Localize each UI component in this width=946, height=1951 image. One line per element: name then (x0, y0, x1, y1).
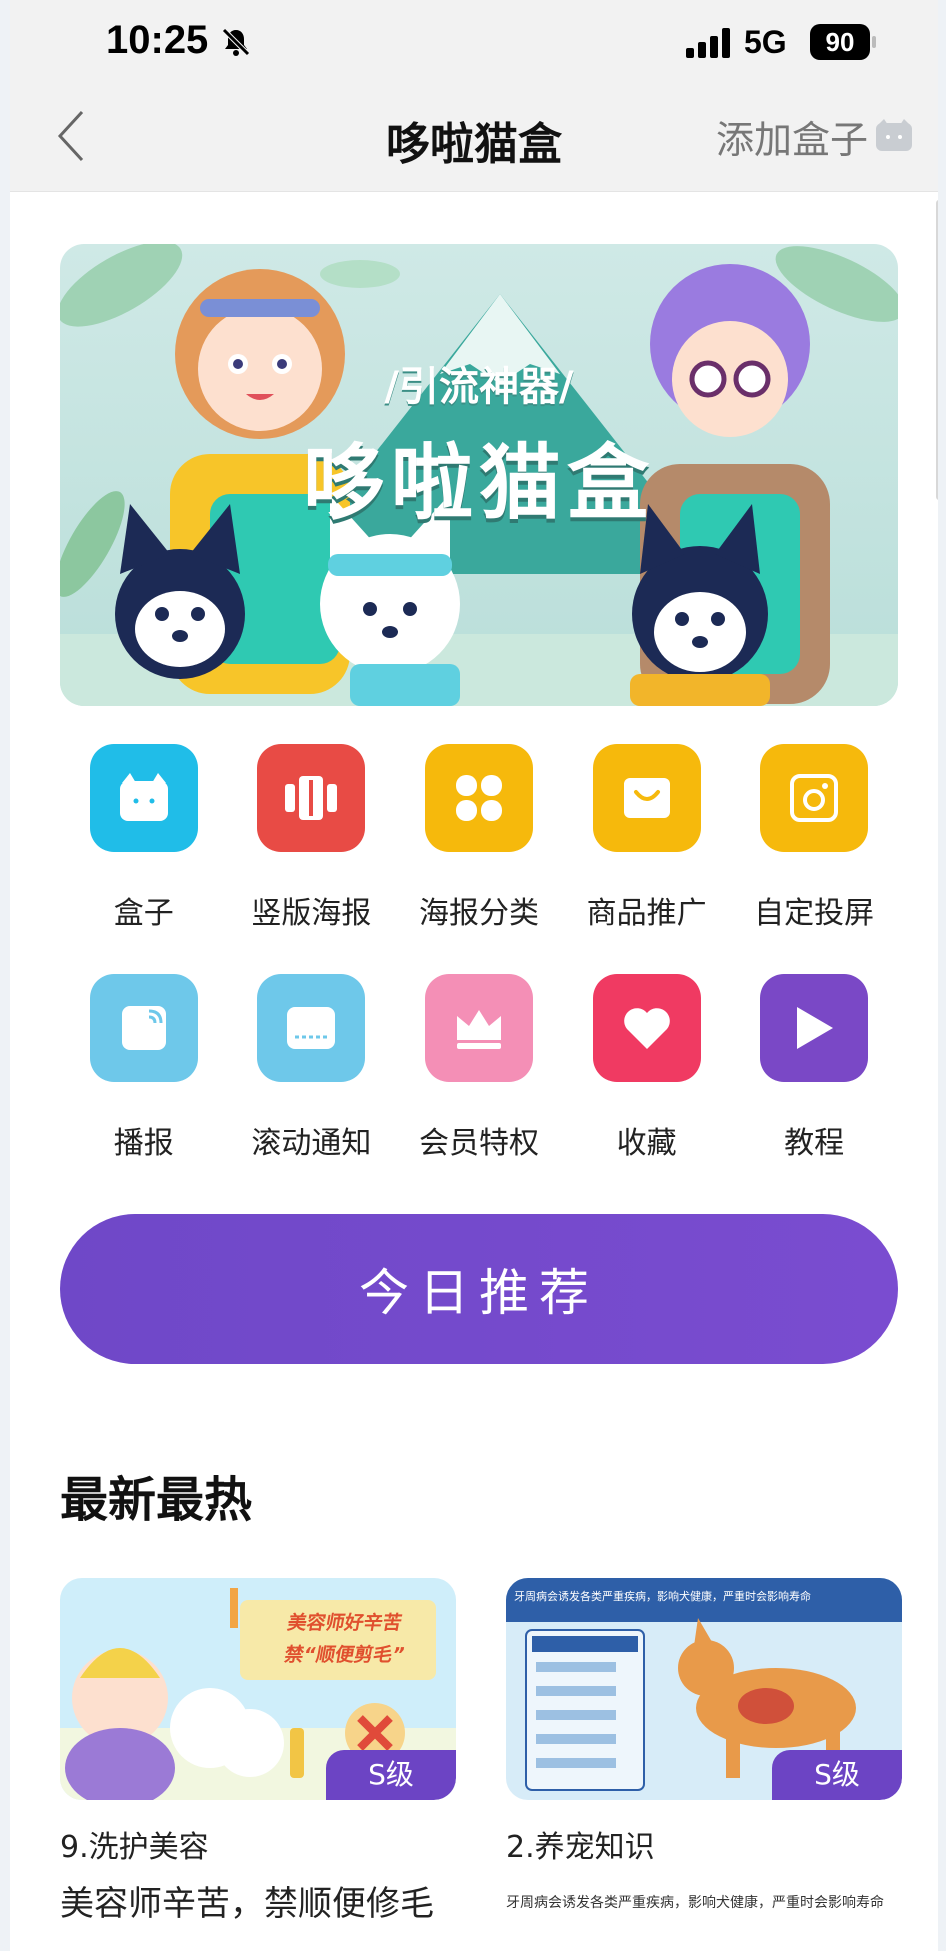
grid-label: 教程 (784, 1126, 845, 1161)
battery-level: 90 (810, 24, 870, 60)
grid-item-broadcast[interactable]: 播报 (60, 974, 228, 1204)
grade-badge: S级 (772, 1750, 902, 1800)
poster-category-icon (424, 744, 533, 852)
banner-title: 哆啦猫盒 (302, 436, 655, 531)
card-category: 9.洗护美容 (60, 1830, 209, 1865)
status-time: 10:25 (106, 18, 209, 62)
grid-label: 播报 (113, 1126, 174, 1161)
banner-slogan: /引流神器/ (384, 364, 574, 410)
poster-caption: 美容师好辛苦 (285, 1612, 404, 1634)
grid-item-screen-cast[interactable]: 自定投屏 (730, 744, 898, 974)
poster-card[interactable]: 牙周病会诱发各类严重疾病，影响犬健康，严重时会影响寿命 S级 2.养宠知识 牙周… (506, 1578, 902, 1912)
navigation-bar: 哆啦猫盒 添加盒子 (10, 80, 938, 192)
app-screen: 10:25 5G 90 哆啦猫盒 添加盒子 /引流神器/ 哆啦猫盒 盒子 竖版海… (10, 0, 938, 1951)
status-bar: 10:25 5G 90 (10, 0, 938, 80)
poster-card[interactable]: 美容师好辛苦 禁“顺便剪毛” S级 9.洗护美容 美容师辛苦，禁顺便修毛 (60, 1578, 456, 1925)
grid-label: 滚动通知 (251, 1126, 372, 1161)
grid-item-vertical-poster[interactable]: 竖版海报 (228, 744, 396, 974)
add-box-label: 添加盒子 (716, 117, 869, 162)
card-description: 美容师辛苦，禁顺便修毛 (60, 1884, 434, 1924)
scroll-notice-icon (257, 974, 366, 1082)
product-promo-icon (592, 744, 701, 852)
vertical-poster-icon (257, 744, 366, 852)
grid-label: 商品推广 (586, 896, 707, 931)
grid-item-box[interactable]: 盒子 (60, 744, 228, 974)
card-category: 2.养宠知识 (506, 1830, 655, 1865)
recommend-label: 今日推荐 (359, 1264, 599, 1322)
grid-item-scroll-notice[interactable]: 滚动通知 (228, 974, 396, 1204)
network-label: 5G (744, 24, 787, 60)
grid-item-favorites[interactable]: 收藏 (563, 974, 731, 1204)
grid-item-vip-privilege[interactable]: 会员特权 (395, 974, 563, 1204)
scrollbar[interactable] (936, 200, 938, 500)
box-icon (89, 744, 198, 852)
card-description: 牙周病会诱发各类严重疾病，影响犬健康，严重时会影响寿命 (506, 1895, 884, 1911)
grid-label: 会员特权 (418, 1126, 539, 1161)
section-title: 最新最热 (60, 1472, 253, 1528)
poster-caption-2: 禁“顺便剪毛” (282, 1644, 407, 1666)
grid-item-poster-category[interactable]: 海报分类 (395, 744, 563, 974)
heart-icon (592, 974, 701, 1082)
feature-row-2: 播报 滚动通知 会员特权 收藏 教程 (60, 974, 898, 1204)
grid-label: 海报分类 (418, 896, 539, 931)
battery-tip (872, 36, 876, 48)
grid-label: 竖版海报 (251, 896, 372, 931)
broadcast-icon (89, 974, 198, 1082)
poster-thumbnail: 美容师好辛苦 禁“顺便剪毛” S级 (60, 1578, 456, 1800)
grid-item-tutorial[interactable]: 教程 (730, 974, 898, 1204)
crown-icon (424, 974, 533, 1082)
add-box-button[interactable]: 添加盒子 (716, 110, 914, 162)
play-icon (760, 974, 869, 1082)
poster-thumbnail: 牙周病会诱发各类严重疾病，影响犬健康，严重时会影响寿命 S级 (506, 1578, 902, 1800)
grid-label: 收藏 (616, 1126, 677, 1161)
grade-badge: S级 (326, 1750, 456, 1800)
poster-caption: 牙周病会诱发各类严重疾病，影响犬健康，严重时会影响寿命 (514, 1590, 811, 1603)
bell-muted-icon (222, 28, 250, 56)
today-recommend-button[interactable]: 今日推荐 (60, 1214, 898, 1364)
promo-banner[interactable]: /引流神器/ 哆啦猫盒 (60, 244, 898, 706)
grid-item-product-promo[interactable]: 商品推广 (563, 744, 731, 974)
signal-icon (686, 28, 730, 58)
screen-cast-icon (760, 744, 869, 852)
feature-grid: 盒子 竖版海报 海报分类 商品推广 自定投屏 播报 滚动通知 会员特权 收藏 教… (60, 744, 898, 1204)
cat-box-icon (876, 119, 913, 151)
grid-label: 自定投屏 (754, 896, 875, 931)
grid-label: 盒子 (113, 896, 174, 931)
feature-row-1: 盒子 竖版海报 海报分类 商品推广 自定投屏 (60, 744, 898, 974)
